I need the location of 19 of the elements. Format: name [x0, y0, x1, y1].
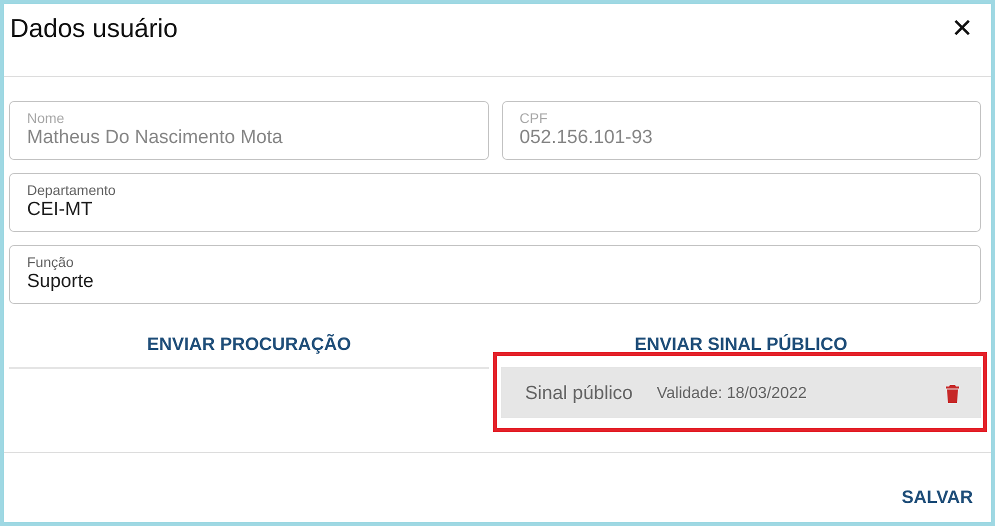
field-value: 052.156.101-93 [520, 127, 654, 149]
save-button[interactable]: SALVAR [898, 487, 977, 508]
field-value: CEI-MT [27, 199, 94, 221]
dialog-title: Dados usuário [10, 12, 178, 44]
field-value: Suporte [27, 271, 95, 293]
field-label: CPF [520, 110, 548, 126]
document-name: Sinal público [525, 382, 633, 404]
upload-button[interactable]: ENVIAR PROCURAÇÃO [138, 328, 359, 361]
close-button[interactable]: ✕ [947, 16, 977, 42]
field-label: Função [27, 254, 75, 270]
upload-button[interactable]: ENVIAR SINAL PÚBLICO [626, 328, 856, 361]
trash-icon [946, 384, 959, 402]
field-label: Nome [27, 110, 66, 126]
text-field[interactable]: Função Suporte [9, 245, 981, 304]
validity-text: Validade: 18/03/2022 [656, 384, 808, 402]
text-field[interactable]: Departamento CEI-MT [9, 173, 981, 232]
delete-button[interactable] [944, 382, 961, 404]
field-label: Departamento [27, 182, 117, 198]
field-value: Matheus Do Nascimento Mota [27, 127, 284, 149]
